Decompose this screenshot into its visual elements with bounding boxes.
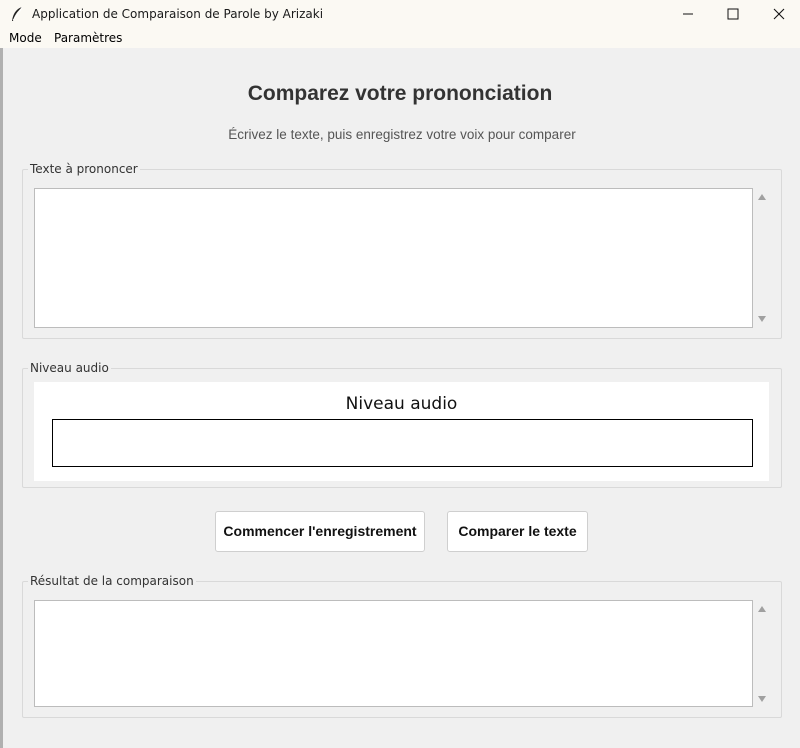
menu-mode[interactable]: Mode	[9, 31, 42, 45]
compare-text-button[interactable]: Comparer le texte	[447, 511, 588, 552]
page-title: Comparez votre prononciation	[247, 82, 553, 105]
page-subtitle: Écrivez le texte, puis enregistrez votre…	[228, 127, 576, 142]
window-title: Application de Comparaison de Parole by …	[32, 7, 324, 21]
scroll-down-icon[interactable]	[758, 316, 766, 322]
audio-level-panel: Niveau audio	[34, 382, 769, 481]
start-recording-button[interactable]: Commencer l'enregistrement	[215, 511, 425, 552]
scroll-up-icon[interactable]	[758, 606, 766, 612]
maximize-button[interactable]	[710, 0, 756, 28]
close-button[interactable]	[756, 0, 800, 28]
feather-icon	[12, 6, 23, 21]
result-group-label: Résultat de la comparaison	[28, 574, 196, 588]
comparison-result-output[interactable]	[34, 600, 753, 707]
title-bar: Application de Comparaison de Parole by …	[0, 0, 800, 28]
result-scrollbar[interactable]	[753, 600, 771, 708]
audio-level-meter	[52, 419, 753, 467]
scroll-down-icon[interactable]	[758, 696, 766, 702]
audio-level-group-label: Niveau audio	[28, 361, 111, 375]
minimize-icon	[683, 13, 693, 15]
minimize-button[interactable]	[665, 0, 711, 28]
window-edge	[0, 48, 3, 748]
text-to-pronounce-input[interactable]	[34, 188, 753, 328]
menu-bar: Mode Paramètres	[0, 28, 800, 48]
text-input-scrollbar[interactable]	[753, 188, 771, 328]
text-input-group-label: Texte à prononcer	[28, 162, 140, 176]
scroll-up-icon[interactable]	[758, 194, 766, 200]
close-icon	[773, 8, 785, 20]
maximize-icon	[727, 8, 739, 20]
menu-parametres[interactable]: Paramètres	[54, 31, 122, 45]
audio-level-title: Niveau audio	[345, 394, 458, 414]
